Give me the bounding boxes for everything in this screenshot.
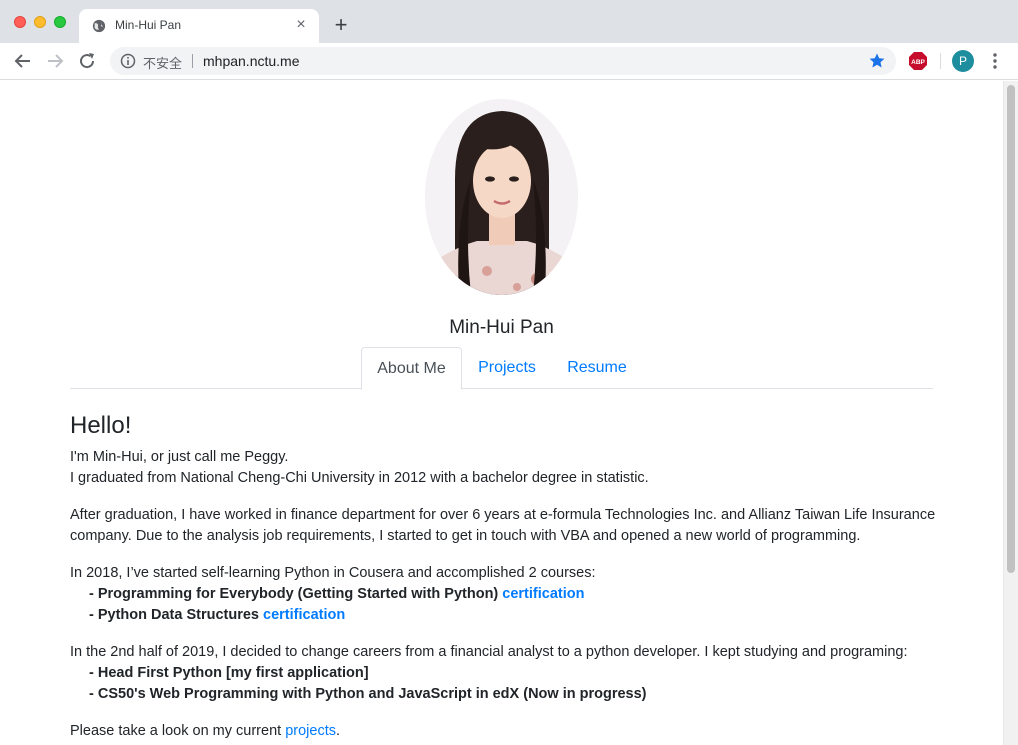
- greeting-heading: Hello!: [70, 412, 132, 439]
- adblock-label: ABP: [911, 59, 925, 66]
- back-arrow-icon[interactable]: [12, 50, 34, 72]
- outro-prefix: Please take a look on my current: [70, 723, 286, 739]
- outro-suffix: .: [335, 723, 341, 739]
- tab-title: Min-Hui Pan: [115, 18, 182, 32]
- career-paragraph: In the 2nd half of 2019, I decided to ch…: [70, 642, 940, 705]
- course-item: - Python Data Structures certification: [70, 605, 940, 626]
- new-tab-button[interactable]: +: [330, 14, 352, 36]
- course-item: - Programming for Everybody (Getting Sta…: [70, 584, 940, 605]
- browser-toolbar: 不安全 mhpan.nctu.me ABP P: [0, 43, 1018, 80]
- close-window-button[interactable]: [14, 16, 26, 28]
- projects-link[interactable]: projects: [285, 723, 336, 739]
- browser-window: Min-Hui Pan × + 不安全 mhpan.nctu.me ABP P …: [0, 0, 1018, 745]
- profile-photo: [425, 99, 578, 295]
- profile-avatar[interactable]: P: [952, 50, 974, 72]
- work-paragraph: After graduation, I have worked in finan…: [70, 507, 936, 544]
- browser-tab[interactable]: Min-Hui Pan ×: [79, 9, 319, 43]
- study-item: - Head First Python [my first applicatio…: [89, 665, 369, 681]
- nav-tabs: About Me Projects Resume: [70, 347, 933, 390]
- tab-about-me[interactable]: About Me: [361, 347, 462, 390]
- kebab-menu-icon[interactable]: [986, 51, 1004, 71]
- course-title: - Programming for Everybody (Getting Sta…: [89, 586, 503, 602]
- globe-icon: [92, 19, 106, 33]
- certification-link[interactable]: certification: [502, 586, 584, 602]
- profile-name: Min-Hui Pan: [449, 317, 554, 338]
- insecure-label[interactable]: 不安全: [143, 53, 182, 72]
- intro-line-2: I graduated from National Cheng-Chi Univ…: [70, 470, 649, 486]
- page-viewport: Min-Hui Pan About Me Projects Resume Hel…: [0, 81, 1003, 745]
- url-text[interactable]: mhpan.nctu.me: [203, 53, 300, 69]
- bookmark-star-icon[interactable]: [868, 52, 886, 70]
- python-intro: In 2018, I’ve started self-learning Pyth…: [70, 565, 596, 581]
- about-content: Hello! I'm Min-Hui, or just call me Pegg…: [70, 411, 940, 745]
- outro-paragraph: Please take a look on my current project…: [70, 721, 940, 742]
- minimize-window-button[interactable]: [34, 16, 46, 28]
- course-title: - Python Data Structures: [89, 607, 264, 623]
- reload-icon[interactable]: [76, 50, 98, 72]
- certification-link[interactable]: certification: [263, 607, 345, 623]
- address-separator: [192, 54, 193, 68]
- tab-resume[interactable]: Resume: [558, 347, 636, 389]
- intro-line-1: I'm Min-Hui, or just call me Peggy.: [70, 449, 289, 465]
- page-scrollbar[interactable]: [1003, 81, 1018, 745]
- study-item: - CS50's Web Programming with Python and…: [89, 686, 647, 702]
- toolbar-divider: [940, 53, 941, 69]
- scrollbar-thumb[interactable]: [1007, 85, 1015, 573]
- address-bar[interactable]: 不安全 mhpan.nctu.me: [110, 47, 896, 75]
- tab-strip: Min-Hui Pan × +: [0, 0, 1018, 43]
- python-paragraph: In 2018, I’ve started self-learning Pyth…: [70, 563, 940, 626]
- close-tab-icon[interactable]: ×: [293, 17, 309, 33]
- adblock-plus-icon[interactable]: ABP: [908, 51, 928, 71]
- forward-arrow-icon[interactable]: [44, 50, 66, 72]
- career-intro: In the 2nd half of 2019, I decided to ch…: [70, 644, 908, 660]
- tab-projects[interactable]: Projects: [468, 347, 546, 389]
- info-icon[interactable]: [120, 53, 136, 69]
- intro-paragraph: I'm Min-Hui, or just call me Peggy. I gr…: [70, 447, 940, 489]
- maximize-window-button[interactable]: [54, 16, 66, 28]
